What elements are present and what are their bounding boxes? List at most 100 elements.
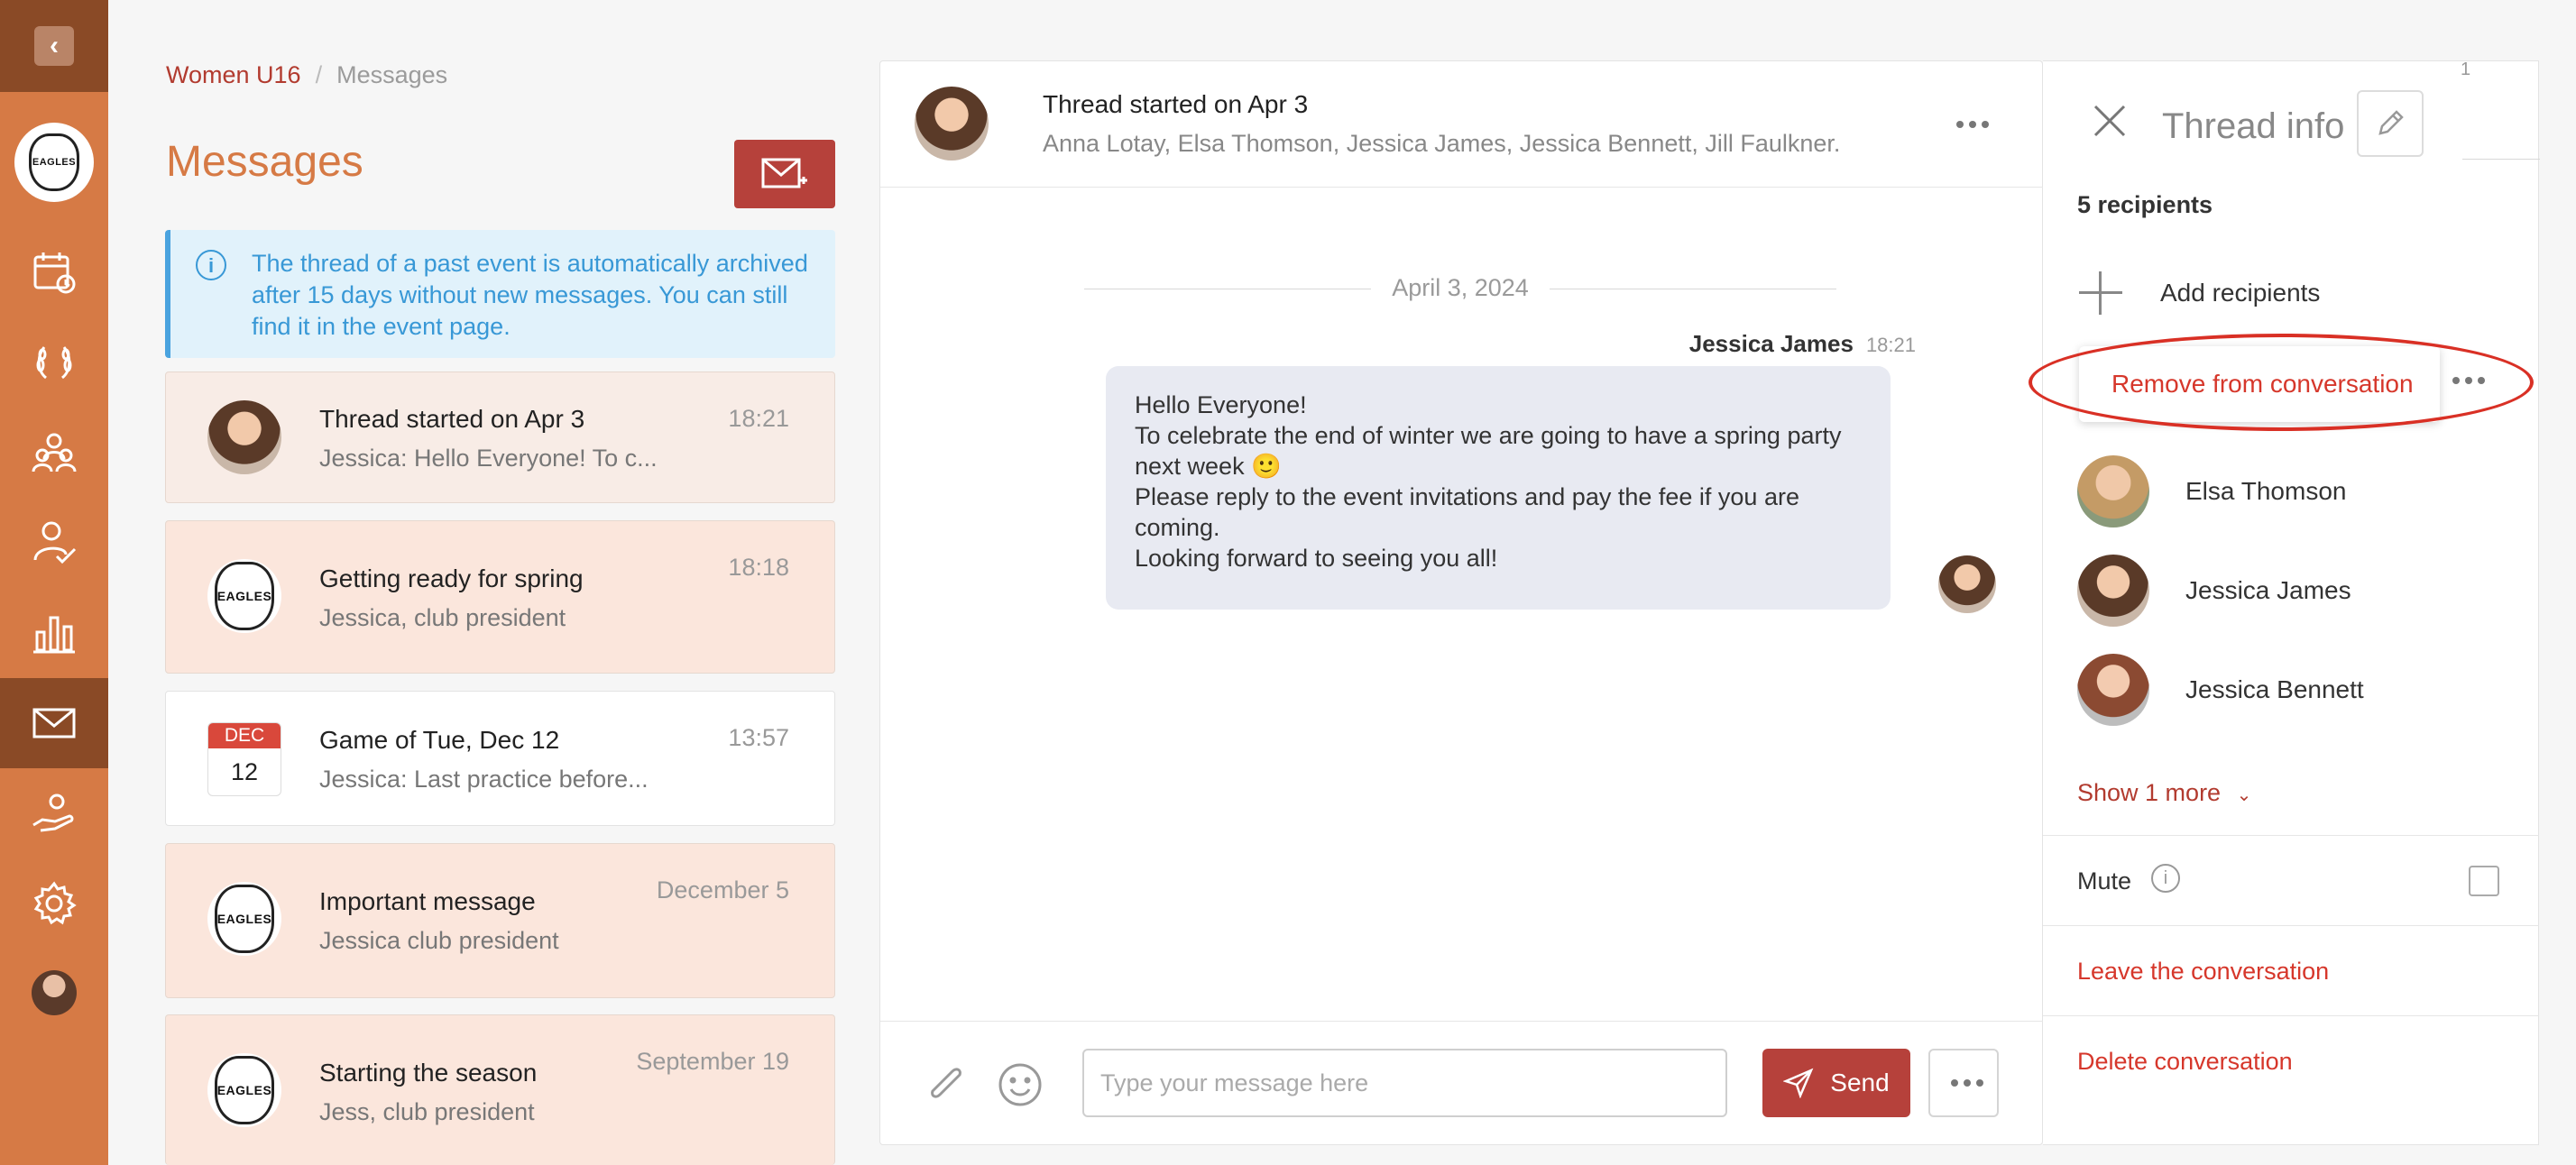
- thread-time: 18:18: [728, 554, 789, 581]
- thread-preview: Jessica: Last practice before...: [319, 766, 649, 793]
- plus-icon: [2079, 271, 2122, 315]
- thread-item[interactable]: EAGLES Starting the season Jess, club pr…: [165, 1014, 835, 1165]
- send-button-label: Send: [1830, 1069, 1890, 1096]
- show-more-label: Show 1 more: [2077, 779, 2222, 806]
- thread-item[interactable]: DEC 12 Game of Tue, Dec 12 Jessica: Last…: [165, 691, 835, 826]
- divider: [2043, 835, 2539, 836]
- recipient-avatar: [2077, 654, 2149, 726]
- user-avatar[interactable]: [32, 970, 77, 1015]
- composer-more-button[interactable]: [1928, 1049, 1999, 1117]
- leave-conversation-link[interactable]: Leave the conversation: [2077, 958, 2329, 986]
- message-bubble: Hello Everyone! To celebrate the end of …: [1106, 366, 1891, 610]
- info-icon: i: [196, 250, 226, 280]
- calendar-icon: [33, 252, 76, 294]
- paperclip-icon[interactable]: [924, 1060, 972, 1109]
- thread-title: Thread started on Apr 3: [319, 405, 585, 433]
- conversation-participants: Anna Lotay, Elsa Thomson, Jessica James,…: [1043, 130, 1841, 157]
- thread-avatar: [207, 400, 281, 474]
- message-line: Hello Everyone!: [1135, 391, 1307, 418]
- conversation-avatar: [915, 87, 989, 161]
- recipient-name: Jessica Bennett: [2185, 675, 2364, 703]
- team-icon: [32, 433, 77, 472]
- thread-time: 18:21: [728, 405, 789, 432]
- sidebar-item-attendance[interactable]: [0, 498, 108, 588]
- recipient-name: Jessica James: [2185, 576, 2351, 604]
- thread-preview: Jessica, club president: [319, 604, 566, 631]
- message-time: 18:21: [1865, 334, 1916, 356]
- calendar-date-icon: DEC 12: [207, 722, 281, 796]
- thread-title: Starting the season: [319, 1059, 538, 1087]
- club-logo-avatar: EAGLES: [207, 559, 281, 633]
- sidebar-item-competitions[interactable]: [0, 317, 108, 408]
- eagles-logo-text: EAGLES: [29, 133, 79, 191]
- edit-thread-button[interactable]: [2357, 90, 2424, 157]
- recipient-item[interactable]: Jessica Bennett: [2077, 653, 2492, 727]
- corner-number: 1: [2461, 60, 2471, 79]
- eagles-logo-text: EAGLES: [215, 562, 274, 630]
- club-logo-avatar: EAGLES: [207, 882, 281, 956]
- recipients-count: 5 recipients: [2077, 191, 2213, 218]
- conversation-more-button[interactable]: [1956, 121, 1989, 128]
- new-message-button[interactable]: [734, 140, 835, 208]
- sidebar-item-team[interactable]: [0, 408, 108, 498]
- collapse-sidebar-button[interactable]: ‹: [34, 26, 74, 66]
- send-button[interactable]: Send: [1762, 1049, 1910, 1117]
- hand-heart-icon: [32, 793, 74, 832]
- recipient-name: Elsa Thomson: [2185, 477, 2347, 505]
- chevron-down-icon: ⌄: [2236, 785, 2252, 805]
- date-separator-text: April 3, 2024: [1392, 274, 1529, 301]
- emoji-icon[interactable]: [996, 1060, 1044, 1109]
- mute-label: Mute: [2077, 867, 2132, 894]
- thread-title: Getting ready for spring: [319, 564, 584, 592]
- thread-time: September 19: [636, 1048, 789, 1075]
- highlight-annotation: [2029, 334, 2534, 431]
- message-author: Jessica James: [1688, 330, 1854, 357]
- thread-info-panel: Thread info 5 recipients Add recipients …: [2029, 60, 2539, 1145]
- divider: [2043, 925, 2539, 926]
- sidebar-item-stats[interactable]: [0, 588, 108, 678]
- archive-info-banner: i The thread of a past event is automati…: [165, 230, 835, 358]
- thread-preview: Jess, club president: [319, 1098, 535, 1125]
- more-dots-icon: [1951, 1079, 1983, 1087]
- mute-checkbox[interactable]: [2469, 866, 2499, 896]
- close-icon[interactable]: [2092, 103, 2128, 139]
- pencil-icon: [2378, 110, 2404, 135]
- chevron-left-icon: ‹: [50, 31, 59, 60]
- delete-conversation-link[interactable]: Delete conversation: [2077, 1048, 2293, 1076]
- info-icon[interactable]: i: [2151, 864, 2180, 893]
- sidebar-item-calendar[interactable]: [0, 227, 108, 317]
- breadcrumb-current: Messages: [336, 61, 448, 88]
- page-title: Messages: [166, 138, 363, 186]
- message-input[interactable]: [1082, 1049, 1727, 1117]
- thread-preview: Jessica: Hello Everyone! To c...: [319, 445, 658, 472]
- thread-item[interactable]: Thread started on Apr 3 Jessica: Hello E…: [165, 372, 835, 503]
- breadcrumb-separator: /: [315, 61, 323, 88]
- thread-item[interactable]: EAGLES Getting ready for spring Jessica,…: [165, 520, 835, 674]
- thread-title: Important message: [319, 887, 536, 915]
- date-separator: April 3, 2024: [1084, 271, 1836, 307]
- messages-list-panel: Women U16 / Messages Messages i The thread…: [108, 0, 879, 1165]
- message-line: To celebrate the end of winter we are go…: [1135, 422, 1842, 480]
- send-icon: [1783, 1068, 1814, 1098]
- recipient-item[interactable]: Elsa Thomson: [2077, 454, 2492, 528]
- recipient-item[interactable]: Jessica James: [2077, 554, 2492, 628]
- sidebar-item-messages[interactable]: [0, 678, 108, 768]
- divider: [2462, 159, 2540, 160]
- laurel-icon: [36, 346, 72, 380]
- conversation-title: Thread started on Apr 3: [1043, 90, 1309, 118]
- conversation-header: Thread started on Apr 3 Anna Lotay, Elsa…: [880, 61, 2044, 188]
- message-line: Please reply to the event invitations an…: [1135, 483, 1799, 541]
- club-logo[interactable]: EAGLES: [14, 123, 94, 202]
- eagles-logo-text: EAGLES: [215, 1056, 274, 1124]
- calendar-day: 12: [230, 758, 259, 785]
- sidebar-item-payments[interactable]: [0, 768, 108, 858]
- compose-mail-icon: [761, 158, 807, 188]
- breadcrumb-team-link[interactable]: Women U16: [166, 61, 301, 88]
- stats-icon: [33, 616, 75, 654]
- message-composer: Send: [880, 1021, 2044, 1146]
- show-more-recipients-link[interactable]: Show 1 more ⌄: [2077, 779, 2251, 807]
- sidebar-item-settings[interactable]: [0, 858, 108, 949]
- add-recipients-button[interactable]: Add recipients: [2079, 271, 2440, 316]
- thread-item[interactable]: EAGLES Important message Jessica club pr…: [165, 843, 835, 998]
- thread-time: 13:57: [728, 724, 789, 751]
